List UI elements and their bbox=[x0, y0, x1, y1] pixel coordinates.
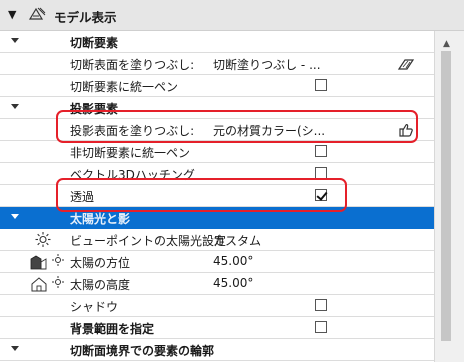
category-row-projected-elements[interactable]: 投影要素 bbox=[0, 97, 434, 119]
thumbs-up-icon[interactable] bbox=[397, 122, 415, 138]
table-row[interactable]: 切断要素に統一ペン bbox=[0, 75, 434, 97]
vertical-scrollbar[interactable]: ▲ bbox=[434, 31, 464, 362]
collapse-triangle-icon[interactable] bbox=[11, 346, 19, 351]
chevron-down-icon[interactable]: ▼ bbox=[8, 8, 16, 21]
sun-icon bbox=[35, 232, 51, 247]
table-row[interactable]: 太陽の高度 45.00° bbox=[0, 273, 434, 295]
property-label: 投影表面を塗りつぶし: bbox=[70, 124, 195, 138]
uniform-pen-uncut-checkbox[interactable] bbox=[315, 145, 327, 157]
category-row-sun-shadow[interactable]: 太陽光と影 bbox=[0, 207, 434, 229]
sun-azimuth-icon bbox=[30, 254, 64, 270]
sun-altitude-value[interactable]: 45.00° bbox=[213, 276, 253, 290]
table-row[interactable]: 透過 bbox=[0, 185, 434, 207]
category-label: 切断要素 bbox=[70, 36, 119, 50]
property-label: 非切断要素に統一ペン bbox=[70, 146, 191, 160]
table-row[interactable]: ビューポイントの太陽光設定 カスタム bbox=[0, 229, 434, 251]
projected-fill-dropdown[interactable]: 元の材質カラー(シ... bbox=[213, 122, 325, 139]
property-label: 透過 bbox=[70, 190, 95, 204]
table-row[interactable]: 投影表面を塗りつぶし: 元の材質カラー(シ... bbox=[0, 119, 434, 141]
table-row[interactable]: 背景範囲を指定 bbox=[0, 317, 434, 339]
property-label: ビューポイントの太陽光設定 bbox=[70, 234, 227, 248]
shadow-checkbox[interactable] bbox=[315, 299, 327, 311]
category-label: 切断面境界での要素の輪郭 bbox=[70, 344, 215, 358]
pattern-picker-icon[interactable] bbox=[397, 56, 415, 72]
vector-3d-hatching-checkbox[interactable] bbox=[315, 167, 327, 179]
category-label: 投影要素 bbox=[70, 102, 119, 116]
category-label: 太陽光と影 bbox=[70, 212, 131, 226]
scrollbar-thumb[interactable] bbox=[441, 51, 451, 341]
table-row[interactable]: 非切断要素に統一ペン bbox=[0, 141, 434, 163]
property-label: 切断要素に統一ペン bbox=[70, 80, 179, 94]
property-label: 太陽の方位 bbox=[70, 256, 131, 270]
settings-table: 切断要素 切断表面を塗りつぶし: 切断塗りつぶし - ... 切断要素に統一ペン… bbox=[0, 31, 434, 362]
background-range-checkbox[interactable] bbox=[315, 321, 327, 333]
property-label: 背景範囲を指定 bbox=[70, 322, 155, 336]
table-row[interactable]: 切断表面を塗りつぶし: 切断塗りつぶし - ... bbox=[0, 53, 434, 75]
panel-title: モデル表示 bbox=[54, 10, 117, 25]
scroll-up-icon[interactable]: ▲ bbox=[443, 39, 450, 49]
sun-setting-value[interactable]: カスタム bbox=[213, 232, 261, 249]
sun-azimuth-value[interactable]: 45.00° bbox=[213, 254, 253, 268]
transparency-checkbox[interactable] bbox=[315, 189, 327, 201]
collapse-triangle-icon[interactable] bbox=[11, 214, 19, 219]
cut-fill-dropdown[interactable]: 切断塗りつぶし - ... bbox=[213, 56, 321, 73]
model-display-icon bbox=[28, 7, 46, 20]
property-label: シャドウ bbox=[70, 300, 119, 314]
uniform-pen-cut-checkbox[interactable] bbox=[315, 79, 327, 91]
sun-altitude-icon bbox=[31, 276, 64, 292]
table-row[interactable]: シャドウ bbox=[0, 295, 434, 317]
collapse-triangle-icon[interactable] bbox=[11, 104, 19, 109]
property-label: 太陽の高度 bbox=[70, 278, 131, 292]
panel-header[interactable]: ▼ モデル表示 bbox=[0, 0, 464, 31]
table-row[interactable]: 太陽の方位 45.00° bbox=[0, 251, 434, 273]
table-row[interactable]: ベクトル3Dハッチング bbox=[0, 163, 434, 185]
category-row-cut-elements[interactable]: 切断要素 bbox=[0, 31, 434, 53]
category-row-cut-plane-outline[interactable]: 切断面境界での要素の輪郭 bbox=[0, 339, 434, 361]
property-label: 切断表面を塗りつぶし: bbox=[70, 58, 195, 72]
property-label: ベクトル3Dハッチング bbox=[70, 168, 195, 182]
collapse-triangle-icon[interactable] bbox=[11, 38, 19, 43]
